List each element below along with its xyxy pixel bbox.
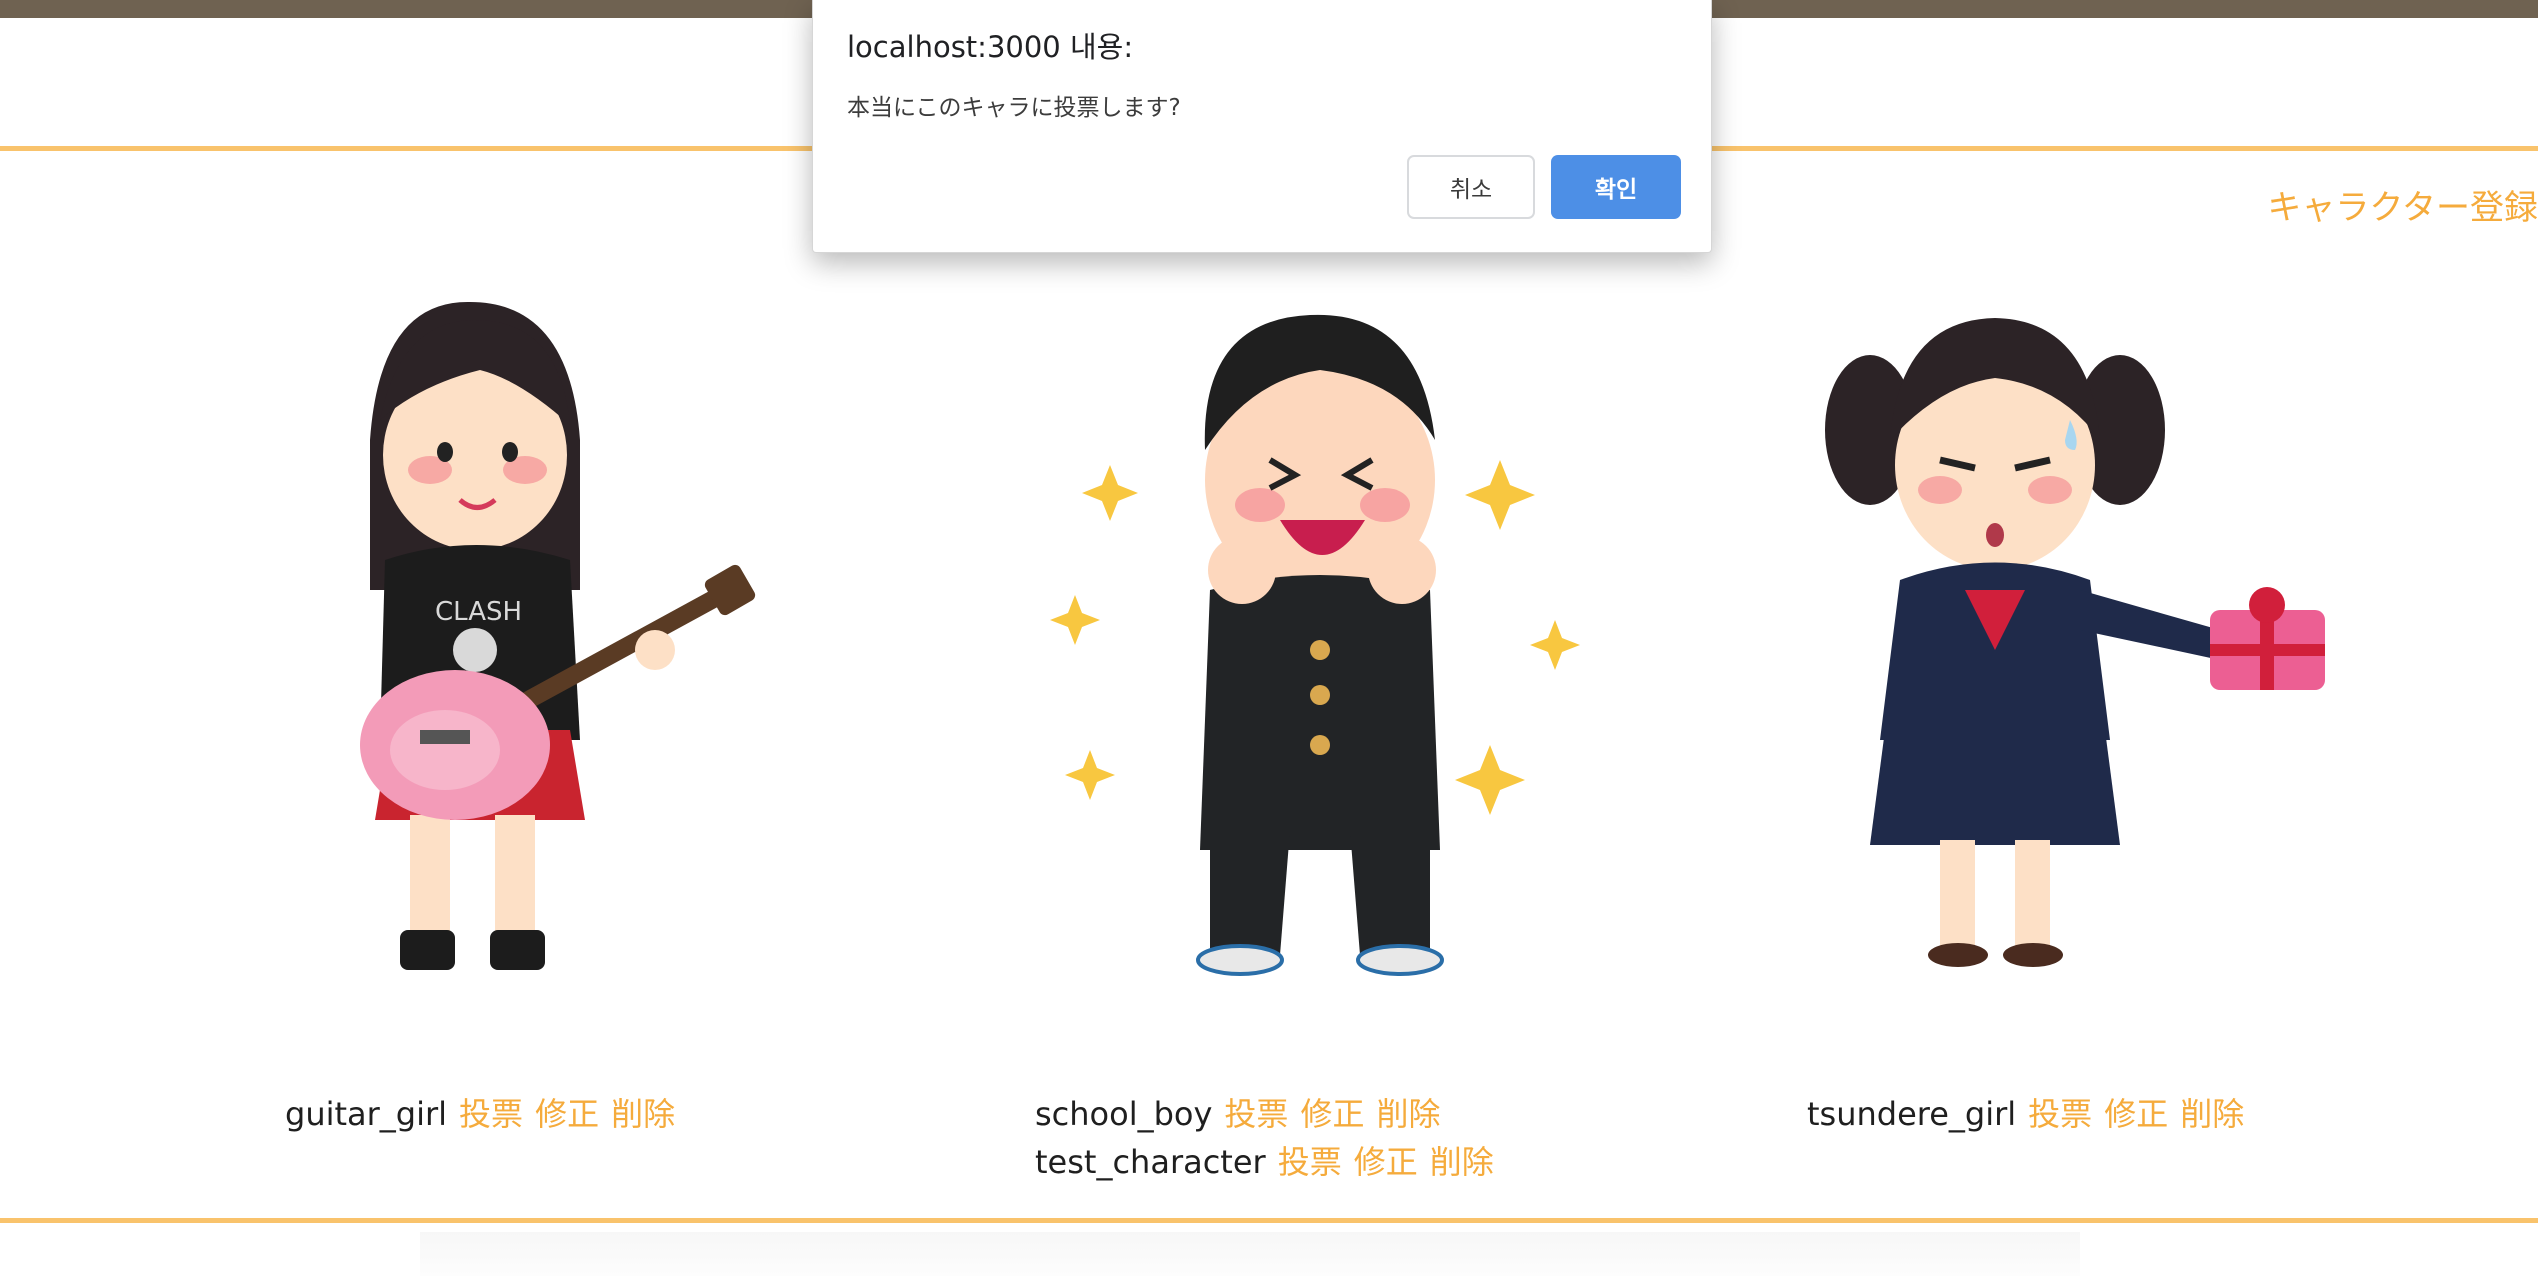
- guitar-girl-labels: guitar_girl 投票 修正 削除: [285, 1090, 675, 1138]
- edit-link[interactable]: 修正: [535, 1095, 599, 1133]
- vote-link[interactable]: 投票: [1224, 1095, 1288, 1133]
- svg-text:CLASH: CLASH: [435, 597, 522, 627]
- delete-link[interactable]: 削除: [1376, 1095, 1440, 1133]
- character-name: tsundere_girl: [1807, 1095, 2017, 1133]
- character-name: school_boy: [1035, 1095, 1213, 1133]
- edit-link[interactable]: 修正: [2104, 1095, 2168, 1133]
- footer-divider: [0, 1218, 2538, 1223]
- delete-link[interactable]: 削除: [2180, 1095, 2244, 1133]
- delete-link[interactable]: 削除: [611, 1095, 675, 1133]
- tsundere-girl-labels: tsundere_girl 投票 修正 削除: [1807, 1090, 2244, 1138]
- dialog-message: 本当にこのキャラに投票します?: [847, 95, 1181, 121]
- character-card-guitar-girl: CLASH guitar_girl 投票 修正 削除: [280, 290, 800, 1190]
- character-name: test_character: [1035, 1143, 1266, 1181]
- character-card-tsundere-girl: tsundere_girl 投票 修正 削除: [1790, 290, 2410, 1190]
- edit-link[interactable]: 修正: [1300, 1095, 1364, 1133]
- cancel-button[interactable]: 취소: [1407, 155, 1535, 219]
- footer-shadow: [420, 1232, 2080, 1276]
- dialog-title: localhost:3000 내용:: [847, 30, 1134, 64]
- vote-link[interactable]: 投票: [1278, 1143, 1342, 1181]
- school-boy-labels: school_boy 投票 修正 削除 test_character 投票 修正 削除: [1035, 1090, 1494, 1186]
- ok-button[interactable]: 확인: [1551, 155, 1681, 219]
- register-character-link[interactable]: キャラクター登録: [2267, 183, 2538, 233]
- delete-link[interactable]: 削除: [1430, 1143, 1494, 1181]
- vote-link[interactable]: 投票: [2028, 1095, 2092, 1133]
- school-boy-image: [1050, 314, 1580, 976]
- character-card-school-boy: school_boy 投票 修正 削除 test_character 投票 修正 削除: [1010, 290, 1610, 1190]
- tsundere-girl-image: [1825, 318, 2325, 967]
- character-name: guitar_girl: [285, 1095, 448, 1133]
- edit-link[interactable]: 修正: [1354, 1143, 1418, 1181]
- guitar-girl-image: CLASH: [360, 301, 756, 970]
- confirm-dialog: localhost:3000 내용: 本当にこのキャラに投票します? 취소 확인: [812, 0, 1712, 253]
- vote-link[interactable]: 投票: [459, 1095, 523, 1133]
